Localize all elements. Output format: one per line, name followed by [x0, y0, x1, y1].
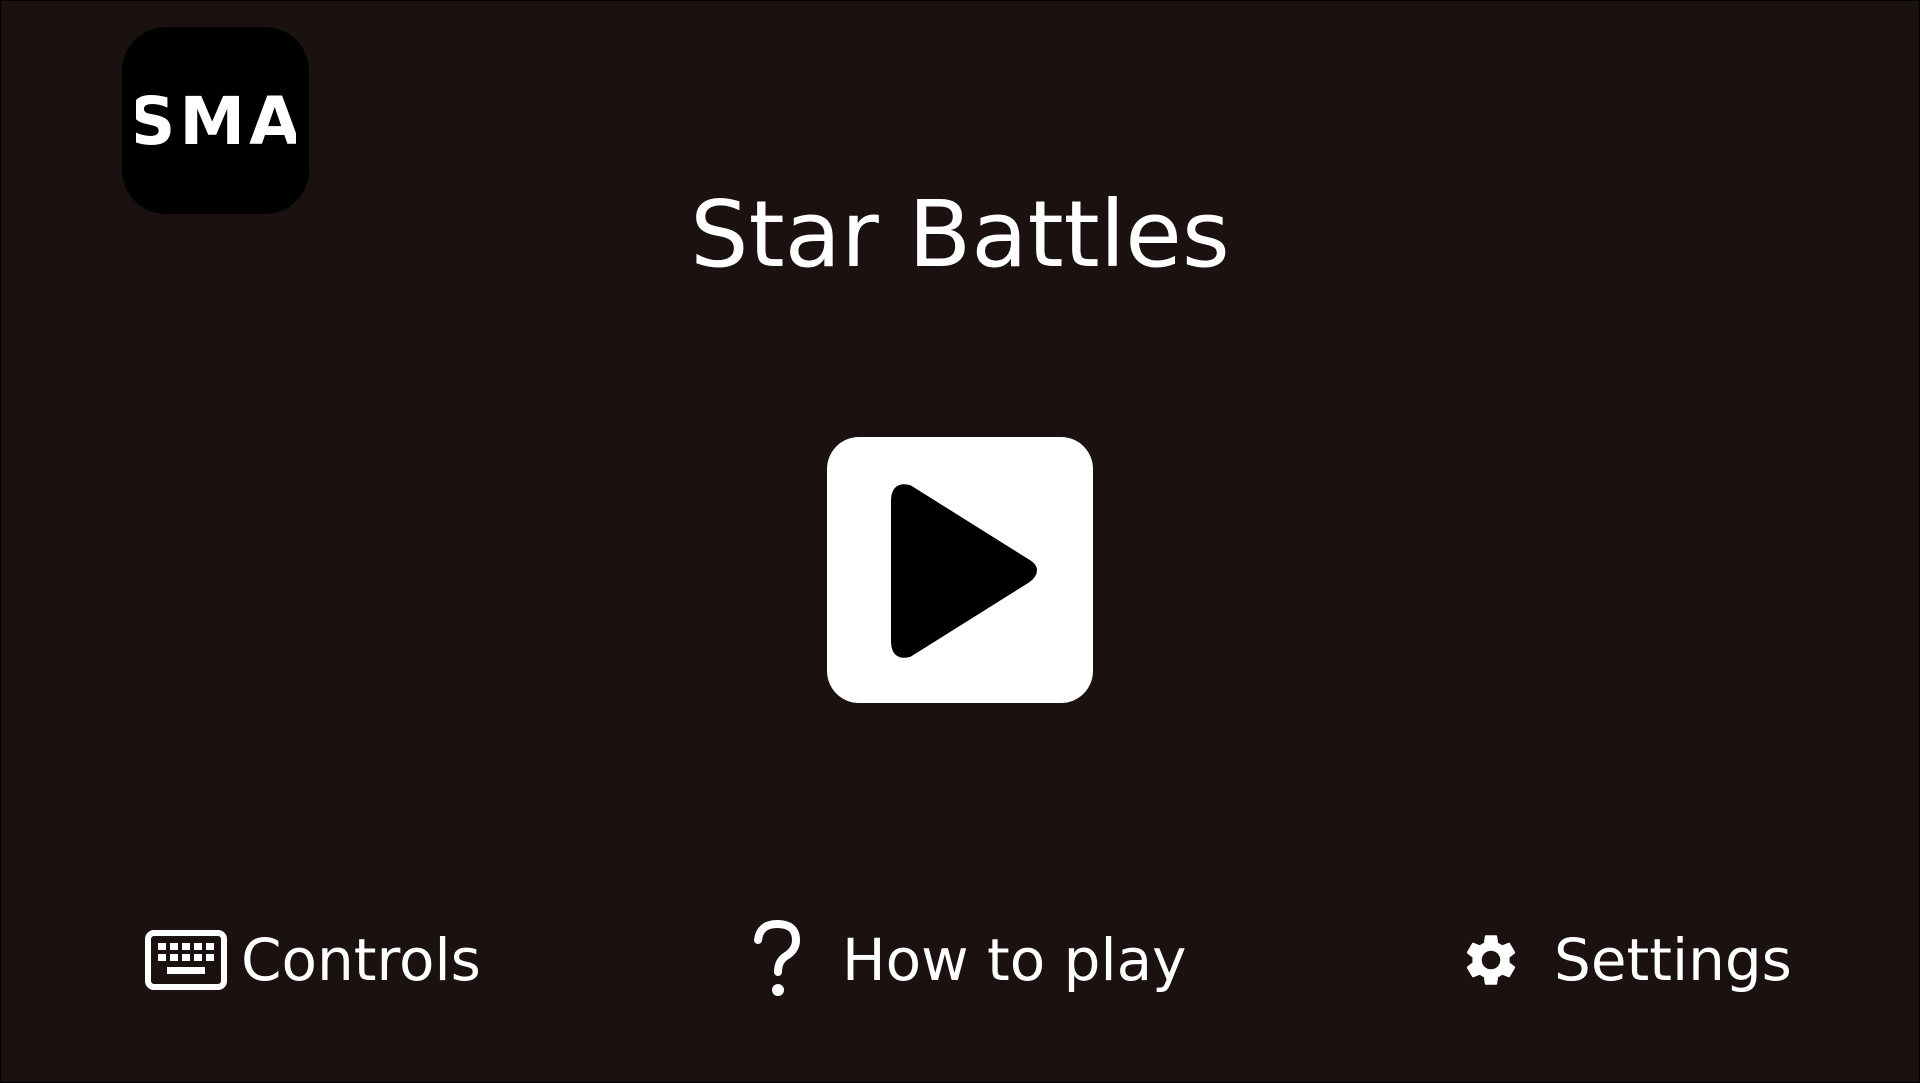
logo-text: SMA: [136, 86, 296, 156]
controls-label: Controls: [241, 926, 481, 994]
game-title: Star Battles: [690, 181, 1230, 288]
how-to-play-button[interactable]: How to play: [752, 920, 1186, 1000]
how-to-play-label: How to play: [842, 926, 1187, 994]
sma-logo: SMA: [122, 27, 309, 214]
question-mark-icon: [752, 920, 802, 1000]
gear-icon: [1460, 929, 1522, 991]
settings-label: Settings: [1554, 926, 1792, 994]
sma-logo-icon: SMA: [122, 27, 309, 214]
play-button[interactable]: [827, 437, 1093, 703]
keyboard-icon: [145, 930, 227, 990]
play-icon: [891, 484, 1037, 658]
controls-button[interactable]: Controls: [145, 920, 481, 1000]
settings-button[interactable]: Settings: [1460, 920, 1792, 1000]
